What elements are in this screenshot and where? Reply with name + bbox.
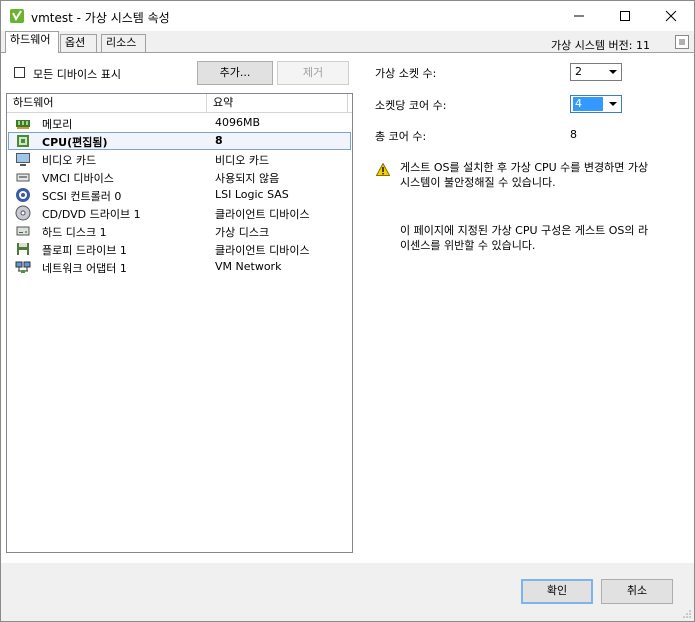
hard-disk-icon bbox=[15, 223, 31, 239]
ok-button[interactable]: 확인 bbox=[521, 579, 593, 604]
hardware-name: 네트워크 어댑터 1 bbox=[42, 262, 127, 275]
warning-line-2: 시스템이 불안정해질 수 있습니다. bbox=[400, 176, 556, 189]
hardware-name: 플로피 드라이브 1 bbox=[42, 244, 127, 257]
hardware-row-cpu[interactable]: CPU(편집됨) 8 bbox=[8, 132, 351, 150]
help-icon bbox=[679, 39, 685, 45]
warning-line-1: 게스트 OS를 설치한 후 가상 CPU 수를 변경하면 가상 bbox=[400, 161, 649, 174]
cores-per-socket-label: 소켓당 코어 수: bbox=[375, 99, 447, 112]
hardware-name: SCSI 컨트롤러 0 bbox=[42, 190, 122, 203]
hardware-name: 하드 디스크 1 bbox=[42, 226, 107, 239]
minimize-button[interactable] bbox=[556, 1, 602, 31]
hardware-summary: 4096MB bbox=[215, 116, 261, 129]
cores-per-socket-select[interactable]: 4 bbox=[570, 95, 622, 113]
hardware-name: VMCI 디바이스 bbox=[42, 172, 114, 185]
hardware-row-floppy[interactable]: 플로피 드라이브 1 클라이언트 디바이스 bbox=[8, 240, 351, 258]
hardware-row-scsi-controller[interactable]: SCSI 컨트롤러 0 LSI Logic SAS bbox=[8, 186, 351, 204]
hardware-row-video-card[interactable]: 비디오 카드 비디오 카드 bbox=[8, 150, 351, 168]
vmci-device-icon bbox=[15, 169, 31, 185]
resize-grip-icon[interactable] bbox=[682, 609, 692, 619]
hardware-summary: VM Network bbox=[215, 260, 282, 273]
hardware-list-header: 하드웨어 요약 bbox=[7, 94, 352, 113]
scsi-controller-icon bbox=[15, 187, 31, 203]
warning-message: 게스트 OS를 설치한 후 가상 CPU 수를 변경하면 가상 시스템이 불안정… bbox=[400, 160, 648, 190]
hardware-name: 비디오 카드 bbox=[42, 154, 97, 167]
cpu-icon bbox=[15, 133, 31, 149]
hardware-summary: LSI Logic SAS bbox=[215, 188, 289, 201]
hardware-row-cd-dvd[interactable]: CD/DVD 드라이브 1 클라이언트 디바이스 bbox=[8, 204, 351, 222]
hardware-list[interactable]: 하드웨어 요약 메모리 4096MB CPU(편집됨) 8 비디오 카드 비디오… bbox=[6, 93, 353, 553]
floppy-icon bbox=[15, 241, 31, 257]
vsphere-logo-icon bbox=[9, 8, 25, 24]
tab-hardware[interactable]: 하드웨어 bbox=[5, 31, 59, 53]
maximize-icon bbox=[620, 11, 630, 21]
vm-properties-window: vmtest - 가상 시스템 속성 하드웨어 옵션 리소스 가상 시스템 버전… bbox=[0, 0, 695, 622]
hardware-summary: 가상 디스크 bbox=[215, 226, 270, 239]
add-button[interactable]: 추가... bbox=[197, 61, 273, 85]
tab-options[interactable]: 옵션 bbox=[60, 34, 97, 52]
sockets-value: 2 bbox=[575, 65, 582, 78]
hardware-row-memory[interactable]: 메모리 4096MB bbox=[8, 114, 351, 132]
dialog-footer: 확인 취소 bbox=[1, 563, 694, 621]
hardware-summary: 비디오 카드 bbox=[215, 154, 270, 167]
help-button[interactable] bbox=[675, 35, 689, 49]
column-header-summary[interactable]: 요약 bbox=[207, 94, 348, 112]
cancel-button[interactable]: 취소 bbox=[601, 579, 673, 604]
vm-version-label: 가상 시스템 버전: 11 bbox=[550, 39, 650, 52]
hardware-row-vmci-device[interactable]: VMCI 디바이스 사용되지 않음 bbox=[8, 168, 351, 186]
cd-dvd-icon bbox=[15, 205, 31, 221]
sockets-select[interactable]: 2 bbox=[570, 63, 622, 81]
title-bar[interactable]: vmtest - 가상 시스템 속성 bbox=[1, 1, 694, 31]
monitor-icon bbox=[15, 151, 31, 167]
show-all-devices-checkbox[interactable] bbox=[14, 67, 25, 78]
memory-icon bbox=[15, 115, 31, 131]
tab-resources[interactable]: 리소스 bbox=[101, 34, 146, 52]
hardware-summary: 클라이언트 디바이스 bbox=[215, 208, 310, 221]
window-title: vmtest - 가상 시스템 속성 bbox=[31, 11, 170, 25]
close-button[interactable] bbox=[648, 1, 694, 31]
sockets-label: 가상 소켓 수: bbox=[375, 67, 437, 80]
hardware-row-hard-disk[interactable]: 하드 디스크 1 가상 디스크 bbox=[8, 222, 351, 240]
show-all-devices-label[interactable]: 모든 디바이스 표시 bbox=[33, 66, 121, 82]
maximize-button[interactable] bbox=[602, 1, 648, 31]
column-header-hardware[interactable]: 하드웨어 bbox=[7, 94, 207, 112]
hardware-summary: 사용되지 않음 bbox=[215, 172, 280, 185]
chevron-down-icon[interactable] bbox=[605, 64, 621, 80]
network-adapter-icon bbox=[15, 259, 31, 275]
minimize-icon bbox=[574, 15, 584, 17]
license-line-2: 이센스를 위반할 수 있습니다. bbox=[400, 239, 536, 252]
cores-per-socket-value: 4 bbox=[573, 97, 603, 111]
license-message: 이 페이지에 지정된 가상 CPU 구성은 게스트 OS의 라 이센스를 위반할… bbox=[400, 223, 648, 253]
hardware-tab-panel: 모든 디바이스 표시 추가... 제거 하드웨어 요약 메모리 4096MB C… bbox=[1, 53, 694, 563]
total-cores-value: 8 bbox=[570, 128, 577, 141]
hardware-name: CPU(편집됨) bbox=[42, 136, 108, 149]
hardware-row-network-adapter[interactable]: 네트워크 어댑터 1 VM Network bbox=[8, 258, 351, 276]
warning-icon bbox=[375, 162, 391, 176]
chevron-down-icon[interactable] bbox=[605, 96, 621, 112]
hardware-name: 메모리 bbox=[42, 118, 73, 131]
hardware-summary: 클라이언트 디바이스 bbox=[215, 244, 310, 257]
remove-button[interactable]: 제거 bbox=[277, 61, 349, 85]
total-cores-label: 총 코어 수: bbox=[375, 130, 427, 143]
close-icon bbox=[665, 10, 677, 22]
hardware-summary: 8 bbox=[215, 134, 223, 147]
hardware-name: CD/DVD 드라이브 1 bbox=[42, 208, 141, 221]
license-line-1: 이 페이지에 지정된 가상 CPU 구성은 게스트 OS의 라 bbox=[400, 224, 649, 237]
